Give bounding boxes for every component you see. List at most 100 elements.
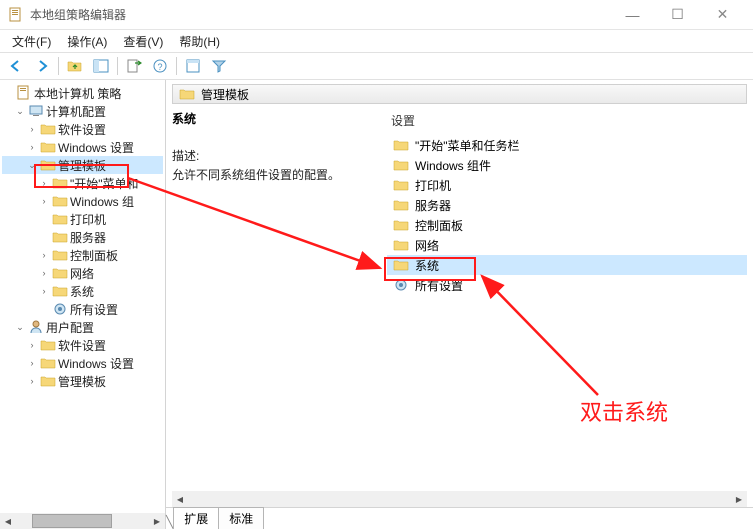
twist-icon[interactable] [26,159,38,171]
twist-icon[interactable] [26,339,38,351]
tree-control-panel[interactable]: 控制面板 [2,246,163,264]
list-item-label: 服务器 [415,197,451,214]
tree-label: 本地计算机 策略 [34,85,121,102]
scroll-left-arrow-icon[interactable]: ◀ [172,491,188,507]
folder-icon [40,337,56,353]
tree-user-config[interactable]: 用户配置 [2,318,163,336]
close-button[interactable]: ✕ [700,0,745,30]
tree-horizontal-scrollbar[interactable]: ◀ ▶ [0,513,165,529]
twist-icon[interactable] [26,141,38,153]
list-item-label: 所有设置 [415,277,463,294]
help-button[interactable]: ? [148,55,172,77]
help-icon: ? [152,58,168,74]
tree-start-taskbar[interactable]: "开始"菜单和 [2,174,163,192]
tree-user-software[interactable]: 软件设置 [2,336,163,354]
list-item-label: Windows 组件 [415,157,491,174]
tree-label: 控制面板 [70,247,118,264]
list-item[interactable]: 打印机 [387,175,747,195]
scrollbar-thumb[interactable] [32,514,112,528]
tree-label: 软件设置 [58,121,106,138]
folder-icon [393,157,409,173]
twist-icon[interactable] [14,321,26,333]
twist-icon[interactable] [38,177,50,189]
tree-software-settings[interactable]: 软件设置 [2,120,163,138]
tree-admin-templates[interactable]: 管理模板 [2,156,163,174]
tree-server[interactable]: 服务器 [2,228,163,246]
tree-printer[interactable]: 打印机 [2,210,163,228]
twist-icon [38,231,50,243]
scroll-right-arrow-icon[interactable]: ▶ [149,513,165,529]
settings-icon [393,277,409,293]
settings-icon [52,301,68,317]
svg-text:?: ? [157,62,162,72]
export-button[interactable] [122,55,146,77]
tree-label: Windows 组 [70,193,134,210]
menu-file[interactable]: 文件(F) [4,31,59,52]
twist-icon[interactable] [38,249,50,261]
tree-label: 计算机配置 [46,103,106,120]
tree-root[interactable]: 本地计算机 策略 [2,84,163,102]
show-hide-button[interactable] [89,55,113,77]
list-item[interactable]: 所有设置 [387,275,747,295]
folder-icon [393,237,409,253]
tab-edge: ╲ [166,515,173,529]
twist-icon[interactable] [14,105,26,117]
filter-button[interactable] [207,55,231,77]
description-text: 允许不同系统组件设置的配置。 [172,166,387,183]
list-item[interactable]: 控制面板 [387,215,747,235]
folder-icon [40,157,56,173]
up-button[interactable] [63,55,87,77]
list-item[interactable]: 服务器 [387,195,747,215]
menu-action[interactable]: 操作(A) [59,31,115,52]
folder-icon [52,211,68,227]
back-arrow-icon [8,58,24,74]
folder-icon [393,257,409,273]
tree-computer-config[interactable]: 计算机配置 [2,102,163,120]
minimize-button[interactable]: — [610,0,655,30]
tree-label: 所有设置 [70,301,118,318]
forward-button[interactable] [30,55,54,77]
twist-icon[interactable] [38,285,50,297]
tree-label: 网络 [70,265,94,282]
twist-icon[interactable] [26,123,38,135]
twist-icon[interactable] [26,357,38,369]
properties-button[interactable] [181,55,205,77]
tree-network[interactable]: 网络 [2,264,163,282]
tree-pane[interactable]: 本地计算机 策略 计算机配置 软件设置 Windows 设置 管理模板 "开始"… [0,80,166,529]
tree-label: 服务器 [70,229,106,246]
maximize-button[interactable]: ☐ [655,0,700,30]
tree-user-windows[interactable]: Windows 设置 [2,354,163,372]
tree-label: Windows 设置 [58,139,134,156]
back-button[interactable] [4,55,28,77]
toolbar-separator [58,57,59,75]
detail-pane: 管理模板 系统 描述: 允许不同系统组件设置的配置。 设置 "开始"菜单和任务栏… [166,80,753,529]
scrollbar-track[interactable] [188,492,731,506]
tree-user-admin[interactable]: 管理模板 [2,372,163,390]
twist-icon[interactable] [38,267,50,279]
list-item[interactable]: Windows 组件 [387,155,747,175]
tree-label: "开始"菜单和 [70,175,139,192]
folder-icon [393,177,409,193]
twist-icon[interactable] [26,375,38,387]
tree-label: 管理模板 [58,157,106,174]
folder-icon [52,193,68,209]
column-header-settings[interactable]: 设置 [387,110,747,131]
tab-extended[interactable]: 扩展 [173,507,219,529]
tree-windows-settings[interactable]: Windows 设置 [2,138,163,156]
tree-label: 用户配置 [46,319,94,336]
menu-view[interactable]: 查看(V) [115,31,171,52]
list-item[interactable]: 网络 [387,235,747,255]
tree-system[interactable]: 系统 [2,282,163,300]
list-item[interactable]: "开始"菜单和任务栏 [387,135,747,155]
tree-windows-components[interactable]: Windows 组 [2,192,163,210]
menu-help[interactable]: 帮助(H) [171,31,228,52]
tree-all-settings[interactable]: 所有设置 [2,300,163,318]
folder-up-icon [67,58,83,74]
scroll-right-arrow-icon[interactable]: ▶ [731,491,747,507]
list-item-system[interactable]: 系统 [387,255,747,275]
toolbar-separator [117,57,118,75]
twist-icon[interactable] [38,195,50,207]
detail-horizontal-scrollbar[interactable]: ◀ ▶ [172,491,747,507]
scroll-left-arrow-icon[interactable]: ◀ [0,513,16,529]
tab-standard[interactable]: 标准 [218,507,264,529]
